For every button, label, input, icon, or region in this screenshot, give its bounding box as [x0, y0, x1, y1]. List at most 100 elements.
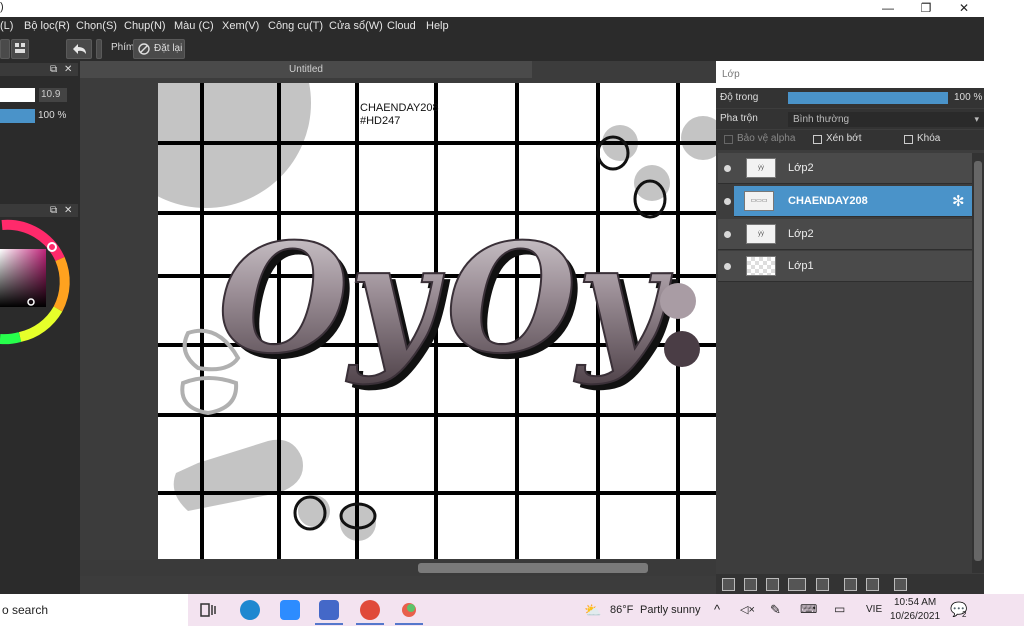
chrome-browser-icon[interactable] [360, 600, 380, 620]
brush-size-slider[interactable] [0, 88, 35, 102]
add-layer-menu-icon[interactable] [788, 578, 806, 591]
layer-item[interactable]: ẏẏ Lớp2 [718, 153, 972, 184]
grid-view-button[interactable] [0, 39, 10, 59]
taskbar-search[interactable]: o search [0, 594, 188, 626]
left-panels: ⧉ ✕ 10.9 100 % ⧉ ✕ [0, 61, 80, 594]
visibility-icon[interactable] [724, 198, 731, 205]
menu-window[interactable]: Cửa sổ(W) [329, 20, 383, 32]
blend-label: Pha trộn [720, 113, 758, 124]
menu-select[interactable]: Chọn(S) [76, 20, 117, 32]
gear-icon[interactable]: ✻ [952, 192, 965, 210]
protect-alpha-checkbox[interactable] [724, 135, 733, 144]
layer-item-selected[interactable]: ▭▭▭ CHAENDAY208 ✻ [734, 186, 972, 217]
notification-count: 2 [962, 610, 967, 619]
menu-color[interactable]: Màu (C) [174, 20, 214, 32]
opacity-row: Độ trong 100 % [716, 88, 984, 108]
toolbar: Phím Đặt lại [0, 37, 984, 61]
layer-thumbnail: ẏẏ [746, 224, 776, 244]
display-icon[interactable]: ▭ [834, 602, 845, 616]
reset-button[interactable]: Đặt lại [133, 39, 185, 59]
weather-temperature[interactable]: 86°F [610, 604, 633, 616]
blend-mode-value: Bình thường [793, 114, 850, 125]
color-wheel[interactable] [0, 219, 80, 359]
new-mask-layer-icon[interactable] [766, 578, 779, 591]
trash-icon[interactable] [894, 578, 907, 591]
horizontal-scrollbar[interactable] [80, 560, 716, 576]
layer-item[interactable]: Lớp1 [718, 251, 972, 282]
menu-filter[interactable]: Bộ lọc(R) [24, 20, 70, 32]
clock-time[interactable]: 10:54 AM [894, 597, 936, 608]
popout-icon[interactable]: ⧉ [50, 204, 57, 217]
new-layer-icon[interactable] [722, 578, 735, 591]
layer-name: Lớp2 [788, 162, 814, 174]
close-panel-icon[interactable]: ✕ [64, 204, 72, 217]
document-app-icon[interactable] [319, 600, 339, 620]
taskbar: o search ⛅ 86°F Partly sunny ^ ◁× ✎ ⌨ ▭ … [0, 594, 1024, 626]
blend-mode-select[interactable]: Bình thường ▾ [788, 112, 984, 127]
menu-capture[interactable]: Chụp(N) [124, 20, 166, 32]
watermark-name: CHAENDAY208 [360, 102, 439, 114]
popout-icon[interactable]: ⧉ [50, 63, 57, 76]
layer-options-row: Bảo vệ alpha Xén bớt Khóa [716, 130, 984, 150]
minimize-button[interactable]: — [870, 0, 906, 17]
active-app-indicator [315, 623, 343, 625]
screen: ) — ❐ ✕ (L) Bộ lọc(R) Chọn(S) Chụp(N) Mà… [0, 0, 1024, 626]
desktop-strip [984, 0, 1024, 594]
menu-layer[interactable]: (L) [0, 20, 13, 32]
visibility-icon[interactable] [724, 231, 731, 238]
new-halftone-layer-icon[interactable] [744, 578, 757, 591]
visibility-icon[interactable] [724, 263, 731, 270]
layer-thumbnail: ẏẏ [746, 158, 776, 178]
close-panel-icon[interactable]: ✕ [64, 63, 72, 76]
layer-scroll-thumb[interactable] [974, 161, 982, 561]
task-view-icon[interactable] [198, 600, 218, 620]
clipping-label: Xén bớt [826, 133, 862, 144]
layer-item[interactable]: ẏẏ Lớp2 [718, 219, 972, 250]
brush-size-value[interactable]: 10.9 [39, 88, 67, 102]
volume-muted-icon[interactable]: ◁× [740, 603, 755, 616]
keyboard-icon[interactable]: ⌨ [800, 602, 817, 616]
svg-text:Oy: Oy [446, 211, 673, 387]
layer-name: Lớp2 [788, 228, 814, 240]
lock-label: Khóa [917, 133, 941, 144]
color-panel-header: ⧉ ✕ [0, 204, 78, 217]
title-bar: ) — ❐ ✕ [0, 0, 984, 17]
layer-opacity-slider[interactable] [788, 92, 948, 104]
menu-bar: (L) Bộ lọc(R) Chọn(S) Chụp(N) Màu (C) Xe… [0, 17, 984, 37]
layer-thumbnail [746, 256, 776, 276]
language-indicator[interactable]: VIE [866, 604, 882, 615]
layout-button[interactable] [11, 39, 29, 59]
horizontal-scroll-thumb[interactable] [418, 563, 648, 573]
edge-browser-icon[interactable] [240, 600, 260, 620]
menu-tools[interactable]: Công cụ(T) [268, 20, 323, 32]
merge-layer-icon[interactable] [866, 578, 879, 591]
clock-date[interactable]: 10/26/2021 [890, 611, 940, 622]
document-tab[interactable]: Untitled [80, 61, 532, 78]
chevron-up-icon[interactable]: ^ [714, 602, 720, 617]
folder-icon[interactable] [816, 578, 829, 591]
drawing-canvas[interactable]: Oy Oy Oy Oy CHAENDAY208 #HD247 [158, 83, 716, 559]
lock-checkbox[interactable] [904, 135, 913, 144]
clipping-checkbox[interactable] [813, 135, 822, 144]
weather-description[interactable]: Partly sunny [640, 604, 701, 616]
visibility-icon[interactable] [724, 165, 731, 172]
reset-label: Đặt lại [154, 43, 183, 54]
lettering-oy-oy: Oy Oy Oy Oy [217, 210, 700, 393]
layer-panel: Lớp Độ trong 100 % Pha trộn Bình thường … [716, 61, 984, 594]
restore-button[interactable]: ❐ [908, 0, 944, 17]
close-button[interactable]: ✕ [946, 0, 982, 17]
opacity-slider[interactable] [0, 109, 35, 123]
menu-view[interactable]: Xem(V) [222, 20, 259, 32]
pen-icon[interactable]: ✎ [770, 602, 781, 618]
zoom-app-icon[interactable] [280, 600, 300, 620]
menu-cloud[interactable]: Cloud [387, 20, 416, 32]
undo-icon [73, 44, 86, 54]
layer-vertical-scrollbar[interactable] [972, 153, 984, 573]
active-app-indicator [395, 623, 423, 625]
medibang-paint-icon[interactable] [399, 600, 419, 620]
opacity-label: Độ trong [720, 92, 759, 103]
layer-actions-bar [716, 574, 984, 594]
undo-button[interactable] [66, 39, 92, 59]
duplicate-layer-icon[interactable] [844, 578, 857, 591]
menu-help[interactable]: Help [426, 20, 449, 32]
